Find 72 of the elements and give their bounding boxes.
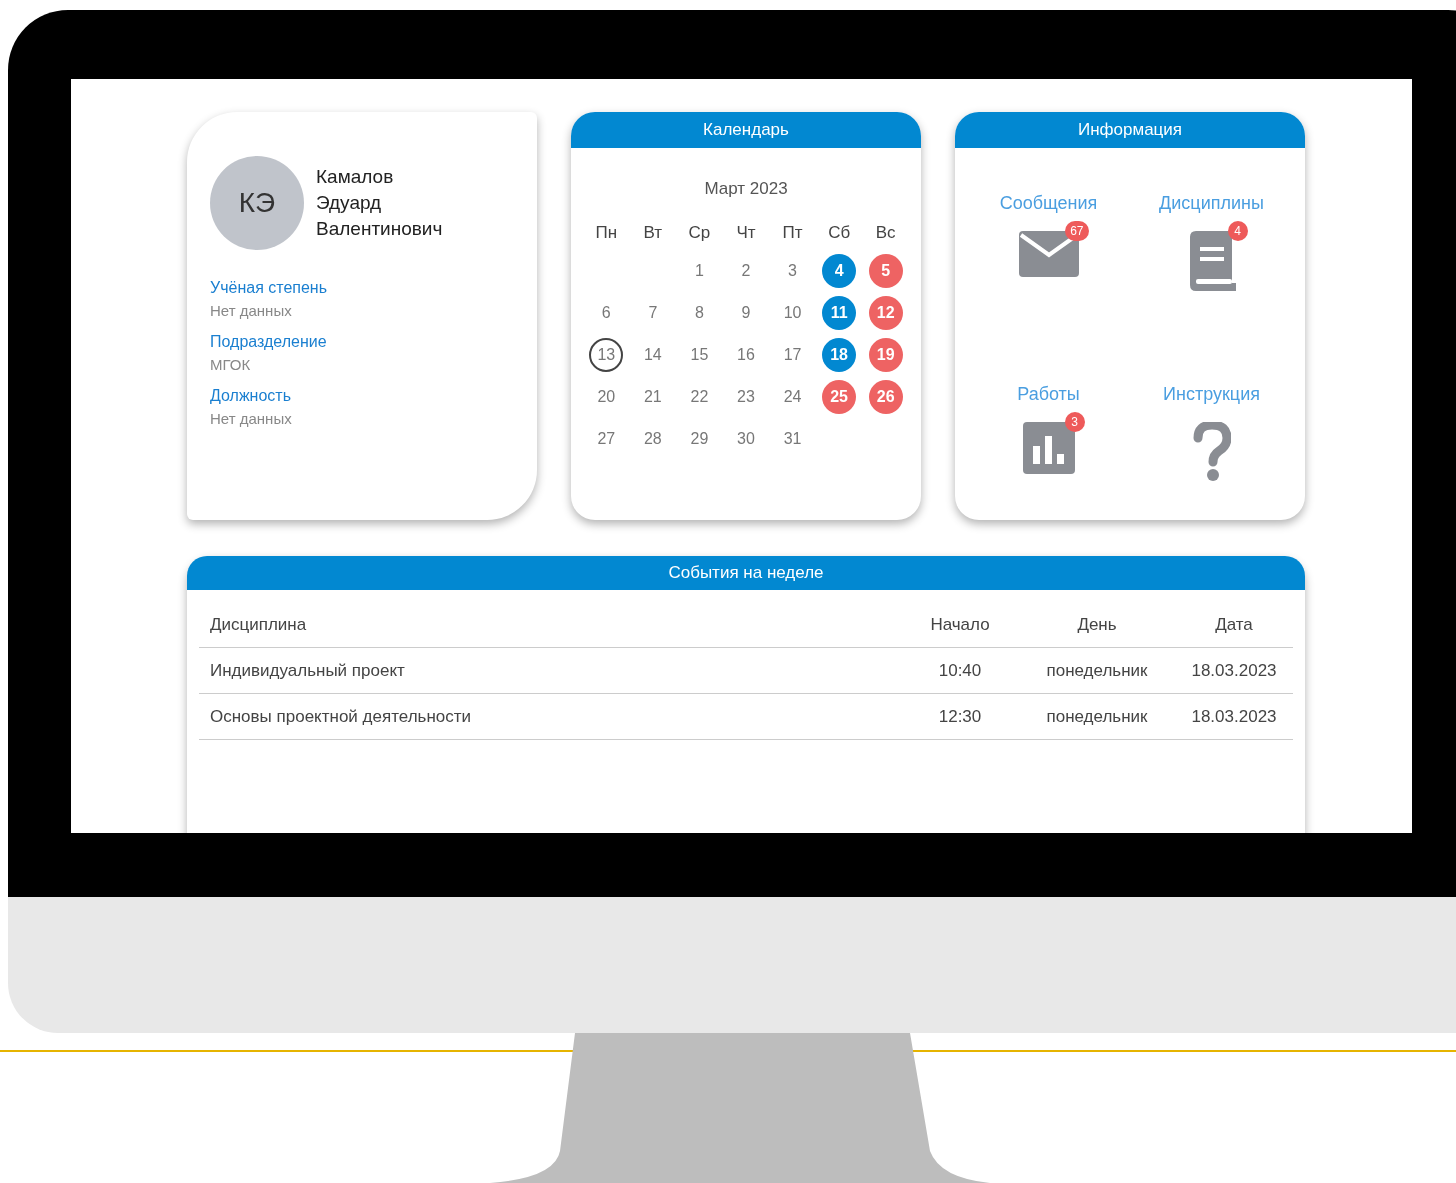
table-cell-text: Основы проектной деятельности: [209, 705, 473, 728]
weekday-label: Пн: [594, 221, 619, 244]
calendar-day[interactable]: 18: [822, 337, 857, 372]
field-value: МГОК: [210, 355, 252, 375]
calendar-day[interactable]: 29: [682, 421, 717, 456]
calendar-day[interactable]: 7: [635, 295, 670, 330]
calendar-day[interactable]: 2: [729, 253, 763, 288]
weekday-label: Чт: [735, 221, 757, 244]
calendar-day[interactable]: 6: [589, 295, 624, 330]
calendar-day[interactable]: 23: [729, 379, 763, 414]
month-title: Март 2023: [703, 178, 789, 200]
calendar-day[interactable]: 14: [635, 337, 670, 372]
info-link[interactable]: Сообщения: [999, 190, 1098, 217]
calendar-day[interactable]: 25: [822, 379, 857, 414]
calendar-day[interactable]: 4: [822, 253, 857, 288]
field-label: Подразделение: [210, 332, 328, 352]
calendar-day[interactable]: 27: [589, 421, 624, 456]
table-cell-text: понедельник: [1045, 705, 1149, 728]
calendar-day[interactable]: 16: [729, 337, 763, 372]
calendar-day[interactable]: 22: [682, 379, 717, 414]
calendar-day[interactable]: 17: [775, 337, 810, 372]
weekday-label: Вс: [874, 221, 897, 244]
calendar-day[interactable]: 28: [635, 421, 670, 456]
column-header: День: [1076, 613, 1118, 636]
table-cell-text: 12:30: [937, 705, 983, 728]
calendar-day[interactable]: 26: [868, 379, 903, 414]
calendar-day[interactable]: 1: [682, 253, 717, 288]
calendar-day[interactable]: 12: [868, 295, 903, 330]
card-header: Информация: [955, 112, 1305, 148]
field-value: Нет данных: [210, 301, 293, 321]
calendar-day[interactable]: 15: [682, 337, 717, 372]
calendar-day[interactable]: 10: [775, 295, 810, 330]
field-value: Нет данных: [210, 409, 293, 429]
table-cell-text: 18.03.2023: [1190, 659, 1278, 682]
avatar: КЭ: [210, 156, 304, 250]
card-header: События на неделе: [187, 556, 1305, 590]
field-label: Учёная степень: [210, 278, 329, 298]
calendar-day[interactable]: 30: [729, 421, 763, 456]
column-header: Дисциплина: [209, 613, 308, 636]
user-name: Камалов: [316, 165, 395, 189]
count-badge: 4: [1227, 221, 1248, 241]
column-header: Дата: [1214, 613, 1254, 636]
weekday-label: Ср: [687, 221, 712, 244]
calendar-day[interactable]: 24: [775, 379, 810, 414]
table-cell-text: Индивидуальный проект: [209, 659, 406, 682]
info-link[interactable]: Работы: [1017, 381, 1080, 408]
column-header: Начало: [929, 613, 991, 636]
weekday-label: Пт: [781, 221, 804, 244]
card-header: Календарь: [571, 112, 921, 148]
table-cell-text: понедельник: [1045, 659, 1149, 682]
table-cell-text: 18.03.2023: [1190, 705, 1278, 728]
count-badge: 67: [1065, 221, 1089, 241]
user-name: Эдуард: [316, 191, 383, 215]
calendar-day[interactable]: 20: [589, 379, 624, 414]
table-cell-text: 10:40: [937, 659, 983, 682]
calendar-day[interactable]: 31: [775, 421, 810, 456]
calendar-day[interactable]: 13: [589, 337, 624, 372]
calendar-day[interactable]: 9: [729, 295, 763, 330]
calendar-day[interactable]: 19: [868, 337, 903, 372]
field-label: Должность: [210, 386, 292, 406]
calendar-day[interactable]: 11: [822, 295, 857, 330]
count-badge: 3: [1064, 412, 1085, 432]
calendar-day[interactable]: 21: [635, 379, 670, 414]
calendar-day[interactable]: 3: [775, 253, 810, 288]
user-name: Валентинович: [316, 217, 443, 241]
calendar-day[interactable]: 8: [682, 295, 717, 330]
info-link[interactable]: Инструкция: [1163, 381, 1260, 408]
calendar-day[interactable]: 5: [868, 253, 903, 288]
question-mark-icon: [1192, 422, 1231, 482]
info-link[interactable]: Дисциплины: [1159, 190, 1264, 217]
weekday-label: Сб: [827, 221, 852, 244]
weekday-label: Вт: [642, 221, 664, 244]
